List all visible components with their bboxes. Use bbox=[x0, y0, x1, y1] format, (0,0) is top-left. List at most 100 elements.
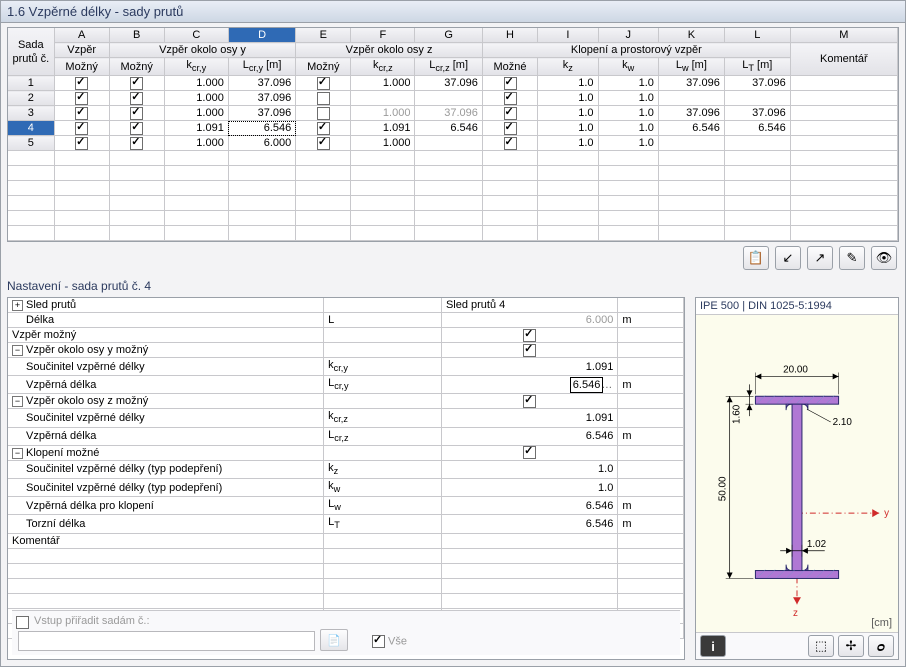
checkbox[interactable] bbox=[75, 107, 88, 120]
cell[interactable] bbox=[109, 106, 164, 121]
cell[interactable] bbox=[109, 91, 164, 106]
row-header[interactable]: 4 bbox=[8, 121, 54, 136]
cell[interactable] bbox=[296, 136, 351, 151]
info-button[interactable]: i bbox=[700, 635, 726, 657]
prop-value[interactable]: 6.546 bbox=[441, 515, 617, 533]
row-header[interactable]: 5 bbox=[8, 136, 54, 151]
col-C[interactable]: C bbox=[164, 28, 228, 43]
cell[interactable]: 1.000 bbox=[164, 91, 228, 106]
cell[interactable] bbox=[109, 76, 164, 91]
col-M[interactable]: M bbox=[790, 28, 897, 43]
cell[interactable]: 1.0 bbox=[538, 121, 598, 136]
cell[interactable] bbox=[296, 106, 351, 121]
cell[interactable]: 37.096 bbox=[658, 106, 724, 121]
col-K[interactable]: K bbox=[658, 28, 724, 43]
cell[interactable]: 6.000 bbox=[228, 136, 295, 151]
cell[interactable] bbox=[790, 136, 897, 151]
cell[interactable]: 1.0 bbox=[598, 106, 658, 121]
checkbox[interactable] bbox=[317, 77, 330, 90]
cell[interactable]: 1.091 bbox=[351, 121, 415, 136]
cell[interactable]: 6.546 bbox=[724, 121, 790, 136]
view-button[interactable]: 👁 bbox=[871, 246, 897, 270]
view-axo-button[interactable]: ⬚ bbox=[808, 635, 834, 657]
cell[interactable] bbox=[54, 76, 109, 91]
col-J[interactable]: J bbox=[598, 28, 658, 43]
cell[interactable] bbox=[482, 121, 537, 136]
units-button[interactable]: 📋 bbox=[743, 246, 769, 270]
prop-value[interactable]: 6.000 bbox=[441, 313, 617, 328]
view-dim-button[interactable]: ᴑ bbox=[868, 635, 894, 657]
col-F[interactable]: F bbox=[351, 28, 415, 43]
cell[interactable] bbox=[296, 76, 351, 91]
cell[interactable]: 1.000 bbox=[164, 136, 228, 151]
pick-button[interactable]: 📄 bbox=[320, 629, 348, 651]
row-header[interactable]: 2 bbox=[8, 91, 54, 106]
cell[interactable] bbox=[658, 91, 724, 106]
cell[interactable]: 1.000 bbox=[351, 136, 415, 151]
cell[interactable]: 1.0 bbox=[598, 91, 658, 106]
cell[interactable]: 1.0 bbox=[538, 76, 598, 91]
prop-value[interactable]: 1.0 bbox=[441, 478, 617, 496]
cell[interactable]: 1.091 bbox=[164, 121, 228, 136]
prop-value[interactable] bbox=[441, 445, 617, 460]
prop-value[interactable] bbox=[441, 343, 617, 358]
checkbox[interactable] bbox=[504, 122, 517, 135]
cell[interactable]: 1.0 bbox=[538, 91, 598, 106]
cell[interactable]: 37.096 bbox=[724, 76, 790, 91]
tree-toggle[interactable]: − bbox=[12, 345, 23, 356]
cell[interactable] bbox=[482, 106, 537, 121]
row-header[interactable]: 1 bbox=[8, 76, 54, 91]
cell[interactable] bbox=[790, 91, 897, 106]
assign-checkbox[interactable] bbox=[16, 616, 29, 629]
cell[interactable]: 37.096 bbox=[724, 106, 790, 121]
tree-toggle[interactable]: − bbox=[12, 396, 23, 407]
cell[interactable] bbox=[296, 121, 351, 136]
main-grid[interactable]: Sadaprutů č.ABCDEFGHIJKLMVzpěrVzpěr okol… bbox=[7, 27, 899, 242]
view-axis-button[interactable]: ✢ bbox=[838, 635, 864, 657]
col-A[interactable]: A bbox=[54, 28, 109, 43]
cell[interactable] bbox=[415, 136, 482, 151]
cell[interactable] bbox=[482, 76, 537, 91]
col-E[interactable]: E bbox=[296, 28, 351, 43]
checkbox[interactable] bbox=[523, 395, 536, 408]
checkbox[interactable] bbox=[504, 107, 517, 120]
cell[interactable] bbox=[296, 91, 351, 106]
prop-value[interactable]: 1.091 bbox=[441, 358, 617, 376]
checkbox[interactable] bbox=[130, 137, 143, 150]
cell[interactable] bbox=[790, 121, 897, 136]
cell[interactable]: 37.096 bbox=[228, 76, 295, 91]
col-B[interactable]: B bbox=[109, 28, 164, 43]
checkbox[interactable] bbox=[75, 122, 88, 135]
export-button[interactable]: ↗ bbox=[807, 246, 833, 270]
cell[interactable]: 37.096 bbox=[228, 91, 295, 106]
prop-value[interactable]: 6.546 bbox=[441, 427, 617, 445]
cell[interactable] bbox=[658, 136, 724, 151]
cell[interactable]: 1.0 bbox=[598, 76, 658, 91]
cell[interactable]: 1.0 bbox=[598, 121, 658, 136]
prop-value[interactable]: 1.0 bbox=[441, 460, 617, 478]
checkbox[interactable] bbox=[504, 92, 517, 105]
cell[interactable] bbox=[790, 76, 897, 91]
cell[interactable] bbox=[109, 121, 164, 136]
cell[interactable] bbox=[724, 136, 790, 151]
col-H[interactable]: H bbox=[482, 28, 537, 43]
checkbox[interactable] bbox=[523, 446, 536, 459]
import-button[interactable]: ↙ bbox=[775, 246, 801, 270]
property-panel[interactable]: +Sled prutůSled prutů 4DélkaL6.000mVzpěr… bbox=[7, 297, 685, 660]
assign-input[interactable] bbox=[18, 631, 315, 651]
cell[interactable]: 1.000 bbox=[164, 106, 228, 121]
prop-value[interactable]: 1.091 bbox=[441, 409, 617, 427]
cell[interactable] bbox=[482, 91, 537, 106]
checkbox[interactable] bbox=[523, 329, 536, 342]
prop-value[interactable]: 6.546 bbox=[441, 497, 617, 515]
cell[interactable] bbox=[351, 91, 415, 106]
cell[interactable]: 37.096 bbox=[415, 106, 482, 121]
cell[interactable] bbox=[54, 136, 109, 151]
checkbox[interactable] bbox=[130, 107, 143, 120]
row-header[interactable]: 3 bbox=[8, 106, 54, 121]
cell[interactable]: 1.000 bbox=[351, 106, 415, 121]
cell[interactable]: 1.0 bbox=[538, 136, 598, 151]
cell[interactable]: 37.096 bbox=[228, 106, 295, 121]
checkbox[interactable] bbox=[317, 122, 330, 135]
cell[interactable] bbox=[790, 106, 897, 121]
